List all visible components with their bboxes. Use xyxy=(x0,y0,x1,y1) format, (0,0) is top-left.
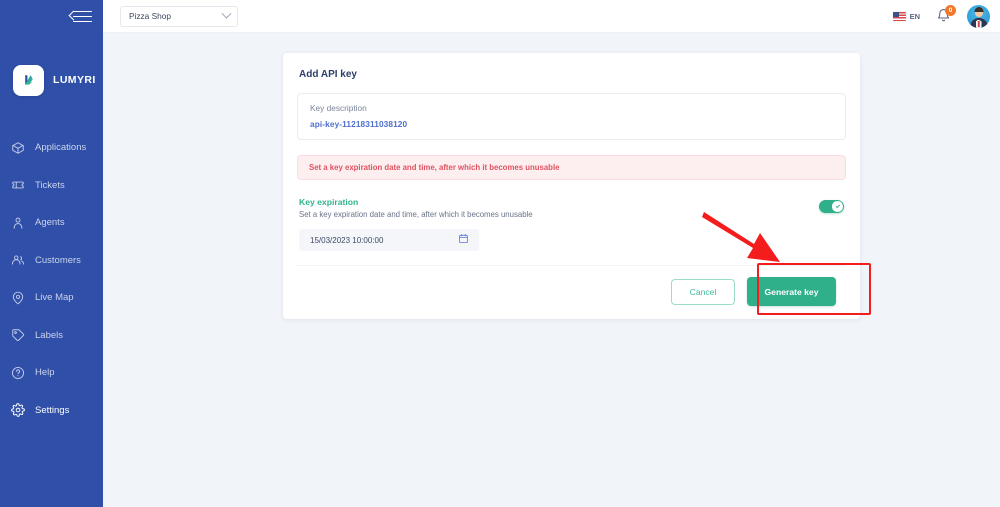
sidebar-item-label: Help xyxy=(35,367,55,379)
key-description-label: Key description xyxy=(310,103,367,113)
sidebar-item-tickets[interactable]: Tickets xyxy=(0,167,103,205)
language-label: EN xyxy=(909,11,920,21)
key-expiration-subtitle: Set a key expiration date and time, afte… xyxy=(299,210,533,219)
add-api-key-card: Add API key Key description api-key-1121… xyxy=(283,53,860,319)
map-pin-icon xyxy=(10,290,25,305)
customers-icon xyxy=(10,253,25,268)
topbar-right: EN 0 xyxy=(892,4,990,28)
sidebar-item-label: Settings xyxy=(35,404,70,416)
ticket-icon xyxy=(10,178,25,193)
notification-badge: 0 xyxy=(945,5,956,16)
content-area: Add API key Key description api-key-1121… xyxy=(103,33,1000,507)
main-area: Pizza Shop EN 0 Add API key Key descript… xyxy=(103,0,1000,507)
expiration-alert: Set a key expiration date and time, afte… xyxy=(297,155,846,180)
topbar: Pizza Shop EN 0 xyxy=(103,0,1000,33)
help-circle-icon xyxy=(10,365,25,380)
sidebar-item-settings[interactable]: Settings xyxy=(0,392,103,430)
check-icon xyxy=(832,201,843,212)
sidebar-item-help[interactable]: Help xyxy=(0,354,103,392)
sidebar: LUMYRI Applications Tickets Agents Custo… xyxy=(0,0,103,507)
sidebar-item-label: Live Map xyxy=(35,292,74,304)
key-description-value: api-key-11218311038120 xyxy=(310,119,408,129)
key-description-box[interactable]: Key description api-key-11218311038120 xyxy=(297,93,846,140)
sidebar-item-label: Customers xyxy=(35,254,81,266)
brand-name: LUMYRI xyxy=(53,74,96,86)
sidebar-item-label: Labels xyxy=(35,329,63,341)
sidebar-item-label: Tickets xyxy=(35,179,65,191)
shop-select-value: Pizza Shop xyxy=(129,11,171,21)
brand[interactable]: LUMYRI xyxy=(0,33,103,107)
language-switcher[interactable]: EN xyxy=(892,11,920,21)
hamburger-collapse-icon[interactable] xyxy=(68,9,92,25)
lumyri-logo-icon xyxy=(13,64,44,96)
notifications-button[interactable]: 0 xyxy=(936,5,956,24)
sidebar-item-labels[interactable]: Labels xyxy=(0,317,103,355)
shop-select[interactable]: Pizza Shop xyxy=(120,5,238,27)
generate-key-button[interactable]: Generate key xyxy=(747,277,836,306)
key-expiration-section: Key expiration Set a key expiration date… xyxy=(297,197,846,251)
key-expiration-title: Key expiration xyxy=(299,197,359,207)
cancel-button[interactable]: Cancel xyxy=(671,278,735,305)
sidebar-item-customers[interactable]: Customers xyxy=(0,242,103,280)
sidebar-item-agents[interactable]: Agents xyxy=(0,204,103,242)
calendar-icon[interactable] xyxy=(458,231,469,249)
expiration-date-input[interactable]: 15/03/2023 10:00:00 xyxy=(299,229,479,251)
chevron-down-icon xyxy=(221,8,232,19)
expiration-date-value: 15/03/2023 10:00:00 xyxy=(310,235,384,245)
sidebar-top xyxy=(0,0,103,33)
agent-icon xyxy=(10,215,25,230)
sidebar-item-label: Agents xyxy=(35,217,65,229)
key-expiration-toggle[interactable] xyxy=(819,200,844,213)
us-flag-icon xyxy=(892,11,906,21)
sidebar-item-applications[interactable]: Applications xyxy=(0,129,103,167)
avatar[interactable] xyxy=(967,4,990,28)
gear-icon xyxy=(10,403,25,418)
key-expiration-left: Key expiration Set a key expiration date… xyxy=(299,197,819,251)
tag-icon xyxy=(10,328,25,343)
card-footer: Cancel Generate key xyxy=(297,265,846,319)
page-title: Add API key xyxy=(299,69,357,80)
sidebar-item-live-map[interactable]: Live Map xyxy=(0,279,103,317)
box-icon xyxy=(10,140,25,155)
sidebar-nav: Applications Tickets Agents Customers Li… xyxy=(0,129,103,429)
app-root: LUMYRI Applications Tickets Agents Custo… xyxy=(0,0,1000,507)
sidebar-item-label: Applications xyxy=(35,142,87,154)
